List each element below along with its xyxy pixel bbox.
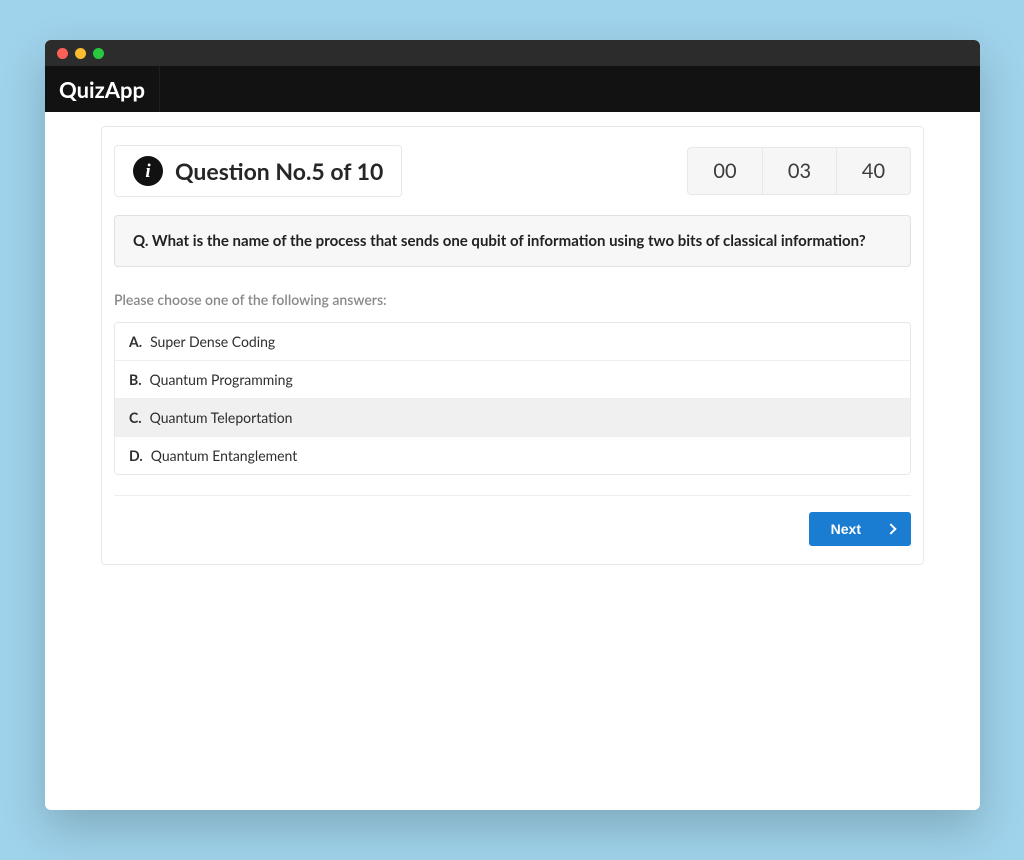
question-number-title: Question No.5 of 10 bbox=[175, 157, 383, 185]
answer-option-letter: A. bbox=[129, 333, 142, 350]
window-minimize-dot[interactable] bbox=[75, 48, 86, 59]
answer-option-letter: C. bbox=[129, 409, 142, 426]
timer-seconds: 40 bbox=[836, 148, 910, 194]
app-brand: QuizApp bbox=[59, 76, 145, 103]
next-button[interactable]: Next bbox=[809, 512, 911, 546]
question-header-box: i Question No.5 of 10 bbox=[114, 145, 402, 197]
window-close-dot[interactable] bbox=[57, 48, 68, 59]
quiz-panel: i Question No.5 of 10 00 03 40 Q. What i… bbox=[101, 126, 924, 565]
app-window: QuizApp i Question No.5 of 10 00 03 40 bbox=[45, 40, 980, 810]
app-navbar: QuizApp bbox=[45, 66, 980, 112]
panel-actions: Next bbox=[102, 512, 923, 546]
answer-option-c[interactable]: C. Quantum Teleportation bbox=[115, 398, 910, 436]
answer-option-b[interactable]: B. Quantum Programming bbox=[115, 360, 910, 398]
answer-option-letter: B. bbox=[129, 371, 142, 388]
answer-option-text: Quantum Programming bbox=[150, 371, 293, 388]
content-area: i Question No.5 of 10 00 03 40 Q. What i… bbox=[45, 112, 980, 585]
answer-option-text: Quantum Entanglement bbox=[151, 447, 298, 464]
answer-option-a[interactable]: A. Super Dense Coding bbox=[115, 323, 910, 360]
navbar-divider bbox=[159, 66, 160, 112]
answer-option-text: Super Dense Coding bbox=[150, 333, 275, 350]
panel-divider bbox=[114, 495, 911, 496]
window-titlebar bbox=[45, 40, 980, 66]
answer-hint: Please choose one of the following answe… bbox=[114, 291, 911, 308]
next-button-label: Next bbox=[831, 521, 861, 537]
answer-options: A. Super Dense Coding B. Quantum Program… bbox=[114, 322, 911, 475]
timer: 00 03 40 bbox=[687, 147, 911, 195]
question-prompt: Q. What is the name of the process that … bbox=[114, 215, 911, 267]
answer-option-text: Quantum Teleportation bbox=[150, 409, 293, 426]
timer-hours: 00 bbox=[688, 148, 762, 194]
window-zoom-dot[interactable] bbox=[93, 48, 104, 59]
timer-minutes: 03 bbox=[762, 148, 836, 194]
chevron-right-icon bbox=[885, 523, 896, 534]
question-body: Q. What is the name of the process that … bbox=[102, 215, 923, 496]
info-icon: i bbox=[133, 156, 163, 186]
answer-option-letter: D. bbox=[129, 447, 143, 464]
panel-header: i Question No.5 of 10 00 03 40 bbox=[102, 145, 923, 197]
answer-option-d[interactable]: D. Quantum Entanglement bbox=[115, 436, 910, 474]
